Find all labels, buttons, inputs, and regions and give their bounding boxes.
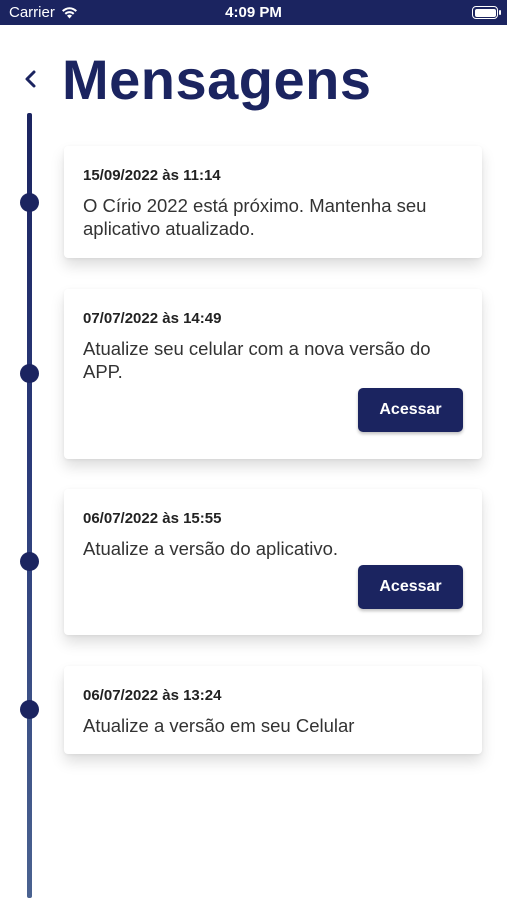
acessar-button[interactable]: Acessar [358, 565, 463, 609]
message-card: 15/09/2022 às 11:14 O Círio 2022 está pr… [64, 146, 482, 258]
timeline-dot [20, 700, 39, 719]
message-date: 06/07/2022 às 13:24 [83, 687, 222, 704]
timeline-dot [20, 364, 39, 383]
message-date: 07/07/2022 às 14:49 [83, 310, 222, 327]
acessar-button[interactable]: Acessar [358, 388, 463, 432]
message-card: 07/07/2022 às 14:49 Atualize seu celular… [64, 289, 482, 459]
timeline-line [27, 113, 32, 898]
message-text: Atualize seu celular com a nova versão d… [83, 338, 431, 382]
status-time: 4:09 PM [225, 4, 282, 21]
battery-icon [472, 6, 501, 19]
message-text: Atualize a versão em seu Celular [83, 715, 355, 736]
page-title: Mensagens [62, 48, 372, 111]
battery-level [474, 8, 496, 17]
chevron-left-icon [25, 70, 36, 88]
message-card: 06/07/2022 às 15:55 Atualize a versão do… [64, 489, 482, 635]
back-button[interactable] [18, 66, 44, 92]
message-text: Atualize a versão do aplicativo. [83, 538, 339, 559]
message-date: 06/07/2022 às 15:55 [83, 510, 222, 527]
timeline-dot [20, 552, 39, 571]
status-bar: Carrier 4:09 PM [0, 0, 507, 25]
message-date: 15/09/2022 às 11:14 [83, 167, 221, 184]
message-text: O Círio 2022 está próximo. Mantenha seu … [83, 195, 427, 239]
message-card: 06/07/2022 às 13:24 Atualize a versão em… [64, 666, 482, 754]
timeline-dot [20, 193, 39, 212]
